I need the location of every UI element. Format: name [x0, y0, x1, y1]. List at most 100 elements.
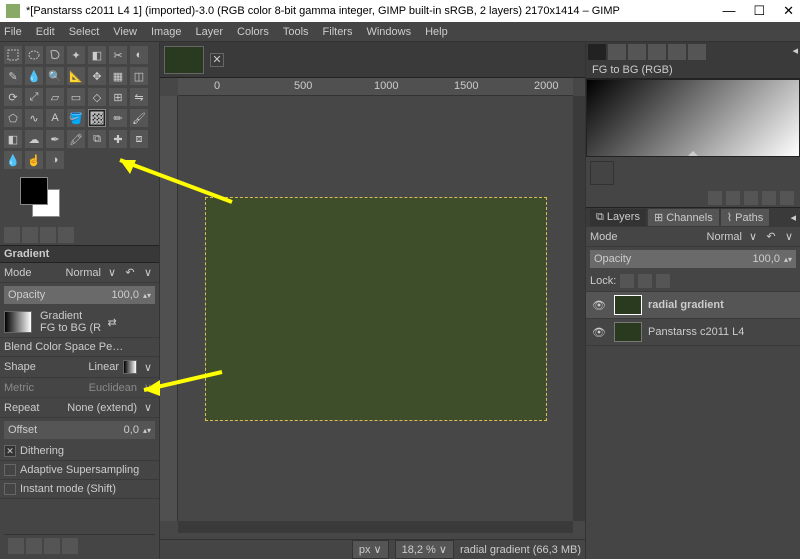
chevron-down-icon[interactable]: ∨	[141, 401, 155, 414]
menu-colors[interactable]: Colors	[237, 26, 269, 38]
tool-perspective[interactable]: ▭	[67, 88, 85, 106]
lock-position-icon[interactable]	[638, 274, 652, 288]
chevron-down-icon[interactable]: ∨	[141, 361, 155, 374]
spinner-icon[interactable]: ▴▾	[784, 255, 792, 264]
close-button[interactable]: ✕	[783, 3, 794, 19]
ruler-horizontal[interactable]: 0 500 1000 1500 2000	[178, 78, 573, 96]
tab-history[interactable]	[648, 44, 666, 60]
close-tab-icon[interactable]: ✕	[210, 53, 224, 67]
spinner-icon[interactable]: ▴▾	[143, 426, 151, 435]
tab-paths[interactable]: ⌇ Paths	[721, 209, 770, 226]
lock-pixels-icon[interactable]	[620, 274, 634, 288]
mini-button[interactable]	[4, 227, 20, 243]
tool-warp[interactable]: ∿	[25, 109, 43, 127]
tool-fuzzy-select[interactable]: ✦	[67, 46, 85, 64]
editor-button[interactable]	[762, 191, 776, 205]
layer-name[interactable]: radial gradient	[648, 299, 724, 311]
opacity-slider[interactable]: Opacity 100,0 ▴▾	[4, 286, 155, 304]
tab-patterns[interactable]	[688, 44, 706, 60]
tool-unified-transform[interactable]: ◇	[88, 88, 106, 106]
tool-flip[interactable]: ⇋	[130, 88, 148, 106]
ruler-vertical[interactable]	[160, 96, 178, 521]
layer-row[interactable]: 👁 Panstarss c2011 L4	[586, 319, 800, 346]
tool-heal[interactable]: ✚	[109, 130, 127, 148]
layer-row[interactable]: 👁 radial gradient	[586, 292, 800, 319]
tab-fonts[interactable]	[628, 44, 646, 60]
mode-value[interactable]: Normal	[66, 267, 101, 279]
tool-color-select[interactable]: ◧	[88, 46, 106, 64]
tab-layers[interactable]: ⧉ Layers	[590, 209, 646, 226]
options-button[interactable]	[26, 538, 42, 554]
tool-smudge[interactable]: ☝	[25, 151, 43, 169]
flip-icon[interactable]: ⇄	[105, 316, 119, 329]
tool-move[interactable]: ✥	[88, 67, 106, 85]
tab-channels[interactable]: ⊞ Channels	[648, 209, 719, 226]
tool-measure[interactable]: 📐	[67, 67, 85, 85]
menu-view[interactable]: View	[113, 26, 137, 38]
zoom-select[interactable]: 18,2 % ∨	[395, 540, 454, 559]
tool-handle-transform[interactable]: ⊞	[109, 88, 127, 106]
tool-bucket-fill[interactable]: 🪣	[67, 109, 85, 127]
eye-icon[interactable]: 👁	[590, 298, 608, 312]
tool-clone[interactable]: ⧉	[88, 130, 106, 148]
gradient-select-row[interactable]: Gradient FG to BG (R ⇄	[0, 307, 159, 338]
menu-image[interactable]: Image	[151, 26, 182, 38]
layer-name[interactable]: Panstarss c2011 L4	[648, 326, 744, 338]
chevron-down-icon[interactable]: ∨	[746, 230, 760, 243]
chevron-down-icon[interactable]: ∨	[141, 266, 155, 279]
layer-opacity-slider[interactable]: Opacity 100,0 ▴▾	[590, 250, 796, 268]
chevron-down-icon[interactable]: ∨	[105, 266, 119, 279]
tool-ink[interactable]: ✒	[46, 130, 64, 148]
tool-eraser[interactable]: ◧	[4, 130, 22, 148]
menu-tools[interactable]: Tools	[283, 26, 309, 38]
tool-rect-select[interactable]	[4, 46, 22, 64]
adaptive-check[interactable]: Adaptive Supersampling	[0, 461, 159, 480]
editor-button[interactable]	[744, 191, 758, 205]
options-button[interactable]	[62, 538, 78, 554]
scrollbar-horizontal[interactable]	[178, 521, 573, 533]
minimize-button[interactable]: —	[722, 3, 735, 19]
tool-mypaint[interactable]: 🖍	[67, 130, 85, 148]
tool-pencil[interactable]: ✏	[109, 109, 127, 127]
dithering-check[interactable]: ✕ Dithering	[0, 442, 159, 461]
tool-foreground-select[interactable]: ◐	[130, 46, 148, 64]
eye-icon[interactable]: 👁	[590, 325, 608, 339]
reset-icon[interactable]: ↶	[764, 230, 778, 243]
foreground-color[interactable]	[20, 177, 48, 205]
unit-select[interactable]: px ∨	[352, 540, 389, 559]
tool-color-picker[interactable]: 💧	[25, 67, 43, 85]
menu-edit[interactable]: Edit	[36, 26, 55, 38]
instant-check[interactable]: Instant mode (Shift)	[0, 480, 159, 499]
layer-mode-value[interactable]: Normal	[707, 231, 742, 243]
reset-icon[interactable]: ↶	[123, 266, 137, 279]
tool-paths[interactable]: ✎	[4, 67, 22, 85]
image-tab-thumbnail[interactable]	[164, 46, 204, 74]
tool-dodge[interactable]: ◑	[46, 151, 64, 169]
options-button[interactable]	[44, 538, 60, 554]
spinner-icon[interactable]: ▴▾	[143, 291, 151, 300]
tool-free-select[interactable]	[46, 46, 64, 64]
chevron-down-icon[interactable]: ∨	[782, 230, 796, 243]
lock-alpha-icon[interactable]	[656, 274, 670, 288]
menu-filters[interactable]: Filters	[323, 26, 353, 38]
tab-histogram[interactable]	[668, 44, 686, 60]
mini-button[interactable]	[22, 227, 38, 243]
tool-perspective-clone[interactable]: ⧈	[130, 130, 148, 148]
maximize-button[interactable]: ☐	[753, 3, 765, 19]
shape-value[interactable]: Linear	[88, 361, 119, 373]
image-canvas[interactable]	[206, 198, 546, 420]
editor-button[interactable]	[780, 191, 794, 205]
editor-button[interactable]	[726, 191, 740, 205]
offset-slider[interactable]: Offset 0,0 ▴▾	[4, 421, 155, 439]
blend-space-row[interactable]: Blend Color Space Pe…	[0, 338, 159, 357]
menu-file[interactable]: File	[4, 26, 22, 38]
tool-paintbrush[interactable]: 🖌	[130, 109, 148, 127]
scrollbar-vertical[interactable]	[573, 96, 585, 521]
mini-button[interactable]	[58, 227, 74, 243]
tool-shear[interactable]: ▱	[46, 88, 64, 106]
menu-windows[interactable]: Windows	[366, 26, 411, 38]
menu-help[interactable]: Help	[425, 26, 448, 38]
tool-scissors[interactable]: ✂	[109, 46, 127, 64]
tab-gradients[interactable]	[588, 44, 606, 60]
tool-align[interactable]: ▦	[109, 67, 127, 85]
